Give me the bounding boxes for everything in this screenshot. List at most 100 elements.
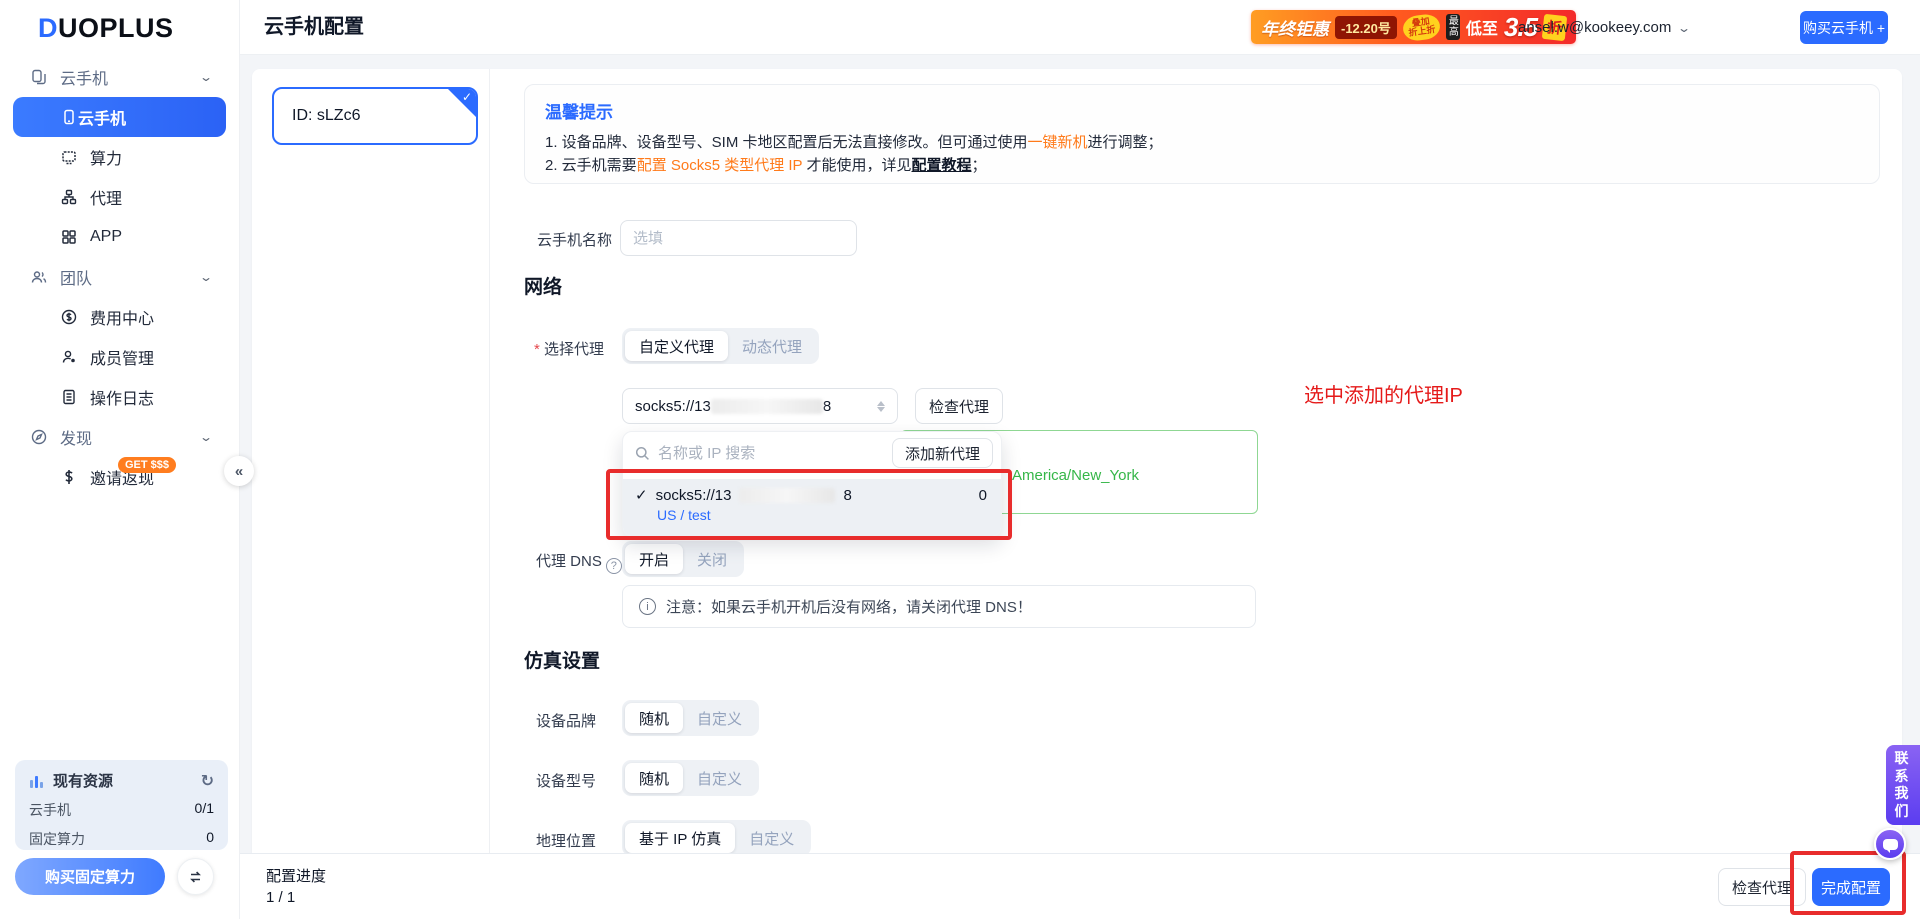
tips-line-2: 2. 云手机需要配置 Socks5 类型代理 IP 才能使用，详见配置教程； — [545, 154, 1859, 177]
tab-geo-ip-based[interactable]: 基于 IP 仿真 — [625, 823, 735, 853]
check-proxy-bottom-button[interactable]: 检查代理 — [1718, 868, 1806, 906]
proxy-select-label: 选择代理 — [534, 338, 604, 359]
proxy-dropdown: 添加新代理 ✓ socks5://13 8 0 US / test — [622, 431, 1002, 537]
annotation-text: 选中添加的代理IP — [1304, 379, 1463, 408]
resources-title: 现有资源 — [53, 770, 113, 791]
tab-model-custom[interactable]: 自定义 — [683, 763, 756, 793]
tab-dynamic-proxy[interactable]: 动态代理 — [728, 331, 816, 361]
proxy-option-selected[interactable]: ✓ socks5://13 8 0 US / test — [623, 479, 1001, 536]
sidebar-item-app[interactable]: APP — [0, 217, 239, 257]
promo-burst-badge: 叠加折上折 — [1401, 12, 1441, 42]
resource-value: 0 — [206, 829, 214, 849]
device-model-tabs: 随机 自定义 — [622, 760, 759, 796]
one-key-new-link[interactable]: 一键新机 — [1028, 134, 1088, 151]
tab-custom-proxy[interactable]: 自定义代理 — [625, 331, 728, 361]
device-brand-label: 设备品牌 — [536, 710, 596, 731]
proxy-search-row: 添加新代理 — [623, 432, 1001, 474]
redacted-proxy-value — [739, 488, 835, 503]
promo-lowto-label: 低至 — [1466, 15, 1498, 39]
proxy-timezone-text: America/New_York — [1012, 467, 1139, 484]
sidebar-group-team[interactable]: 团队 ⌄ — [0, 257, 239, 297]
sidebar-item-label: 代理 — [90, 185, 122, 209]
tab-brand-random[interactable]: 随机 — [625, 703, 683, 733]
promo-max-label: 最高 — [1446, 14, 1460, 40]
sidebar: DUOPLUS 云手机 ⌄ 云手机 算力 代理 APP 团队 ⌄ — [0, 0, 240, 919]
sidebar-item-label: 费用中心 — [90, 305, 154, 329]
tab-brand-custom[interactable]: 自定义 — [683, 703, 756, 733]
compass-icon — [30, 428, 48, 446]
phone-name-input[interactable] — [620, 220, 857, 256]
tab-geo-custom[interactable]: 自定义 — [735, 823, 808, 853]
logo-rest: UOPLUS — [58, 13, 174, 43]
proxy-option-suffix: 8 — [843, 487, 851, 504]
sidebar-item-members[interactable]: 成员管理 — [0, 337, 239, 377]
sidebar-item-label: 云手机 — [78, 105, 126, 129]
sidebar-item-cloud-phone[interactable]: 云手机 — [13, 97, 226, 137]
sidebar-group-label: 发现 — [60, 425, 92, 449]
chevron-down-icon: ⌄ — [199, 70, 213, 84]
sidebar-item-computing[interactable]: 算力 — [0, 137, 239, 177]
sitemap-icon — [60, 188, 78, 206]
sidebar-item-label: APP — [90, 228, 122, 246]
contact-us-label: 联系我们 — [1890, 750, 1916, 820]
team-icon — [30, 268, 48, 286]
sidebar-item-logs[interactable]: 操作日志 — [0, 377, 239, 417]
sidebar-item-billing[interactable]: 费用中心 — [0, 297, 239, 337]
proxy-select-box[interactable]: socks5://13 8 — [622, 388, 898, 424]
buy-fixed-power-button[interactable]: 购买固定算力 — [15, 858, 165, 895]
swap-icon[interactable] — [177, 858, 214, 895]
proxy-dns-tabs: 开启 关闭 — [622, 541, 744, 577]
device-id-card[interactable]: ID: sLZc6 ✓ — [272, 87, 478, 145]
help-icon[interactable]: ? — [606, 558, 622, 574]
geo-location-label: 地理位置 — [536, 830, 596, 851]
duoplus-logo[interactable]: DUOPLUS — [38, 13, 174, 44]
promo-text: 年终钜惠 — [1261, 15, 1329, 40]
account-menu[interactable]: ansel.w@kookeey.com ⌄ — [1518, 0, 1689, 55]
refresh-icon[interactable]: ↻ — [201, 771, 214, 791]
config-tutorial-link[interactable]: 配置教程 — [911, 157, 971, 174]
proxy-value-suffix: 8 — [823, 398, 831, 415]
account-email: ansel.w@kookeey.com — [1518, 19, 1671, 36]
proxy-option-prefix: socks5://13 — [656, 487, 732, 504]
get-cashback-badge: GET $$$ — [118, 457, 176, 473]
sidebar-group-discover[interactable]: 发现 ⌄ — [0, 417, 239, 457]
add-new-proxy-button[interactable]: 添加新代理 — [892, 438, 993, 468]
sidebar-item-proxy[interactable]: 代理 — [0, 177, 239, 217]
info-icon: i — [639, 598, 656, 615]
phone-icon — [60, 108, 78, 126]
finish-config-button[interactable]: 完成配置 — [1812, 868, 1890, 906]
sidebar-group-cloud-phone[interactable]: 云手机 ⌄ — [0, 57, 239, 97]
tab-dns-on[interactable]: 开启 — [625, 544, 683, 574]
redacted-proxy-value — [711, 399, 823, 414]
contact-us-tab[interactable]: 联系我们 — [1886, 745, 1920, 825]
sidebar-item-invite[interactable]: 邀请返现 GET $$$ — [0, 457, 239, 497]
proxy-dns-label: 代理 DNS? — [536, 550, 622, 574]
config-card: ID: sLZc6 ✓ 温馨提示 1. 设备品牌、设备型号、SIM 卡地区配置后… — [252, 69, 1902, 853]
top-header: 云手机配置 年终钜惠 -12.20号 叠加折上折 最高 低至 3.5 折 ans… — [0, 0, 1920, 55]
bar-chart-icon — [29, 774, 45, 788]
device-brand-tabs: 随机 自定义 — [622, 700, 759, 736]
progress-value: 1 / 1 — [266, 889, 295, 906]
tab-dns-off[interactable]: 关闭 — [683, 544, 741, 574]
sidebar-item-label: 操作日志 — [90, 385, 154, 409]
sidebar-item-label: 成员管理 — [90, 345, 154, 369]
main-content: ID: sLZc6 ✓ 温馨提示 1. 设备品牌、设备型号、SIM 卡地区配置后… — [240, 55, 1920, 853]
progress-label: 配置进度 — [266, 865, 326, 886]
chevron-down-icon: ⌄ — [199, 430, 213, 444]
check-icon: ✓ — [635, 486, 648, 504]
sidebar-group-label: 云手机 — [60, 65, 108, 89]
grid-icon — [60, 228, 78, 246]
chat-bubble-button[interactable] — [1874, 828, 1906, 860]
phones-icon — [30, 68, 48, 86]
check-proxy-button[interactable]: 检查代理 — [915, 388, 1003, 424]
resource-label: 云手机 — [29, 800, 71, 820]
sidebar-collapse-button[interactable]: « — [224, 456, 254, 486]
proxy-option-region: US / test — [657, 507, 987, 523]
chevron-down-icon: ⌄ — [199, 270, 213, 284]
dollar-icon — [60, 468, 78, 486]
proxy-option-count: 0 — [979, 487, 987, 504]
tab-model-random[interactable]: 随机 — [625, 763, 683, 793]
sidebar-menu: 云手机 ⌄ 云手机 算力 代理 APP 团队 ⌄ 费用中心 — [0, 57, 239, 497]
sidebar-group-label: 团队 — [60, 265, 92, 289]
buy-cloud-phone-button[interactable]: 购买云手机 + — [1800, 11, 1888, 44]
